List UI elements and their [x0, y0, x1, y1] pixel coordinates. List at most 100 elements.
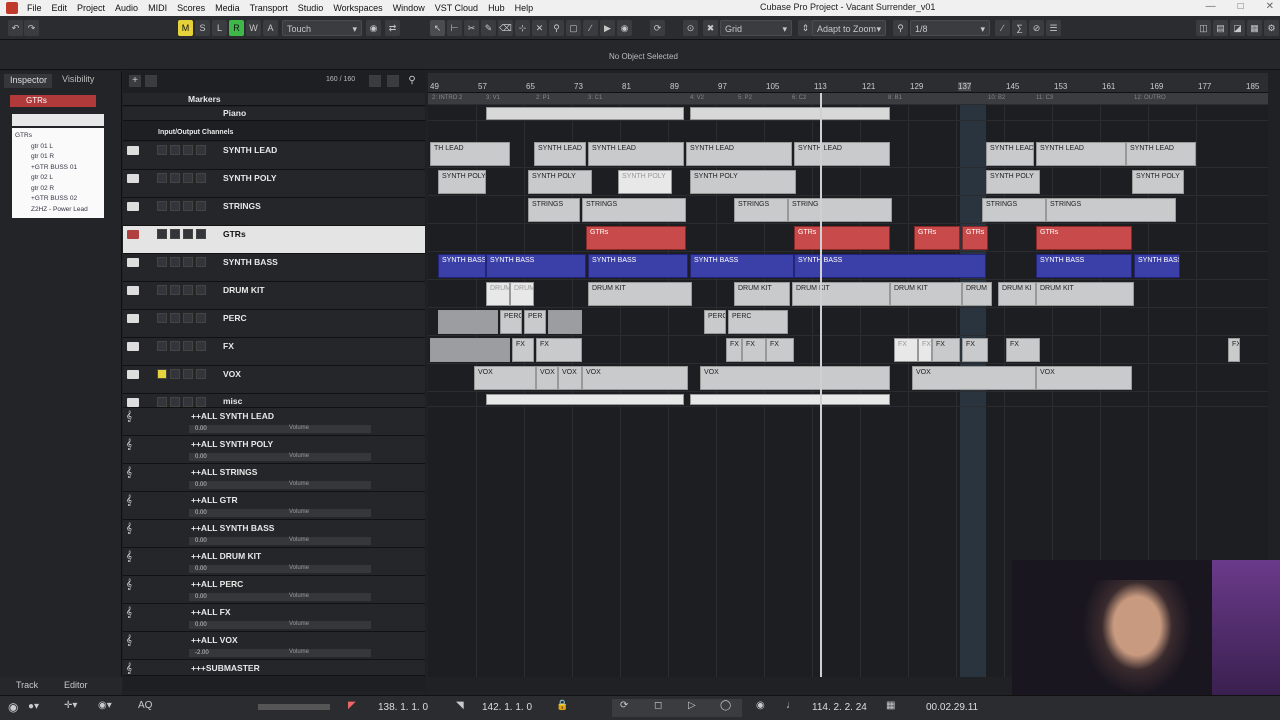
- comp-tool-icon[interactable]: ▢: [566, 20, 581, 36]
- list-item[interactable]: GTRs: [15, 131, 101, 142]
- fx-track[interactable]: 𝄞 ++ALL VOX Volume -2.00: [123, 632, 425, 660]
- fx-track[interactable]: 𝄞 ++ALL DRUM KIT Volume 0.00: [123, 548, 425, 576]
- record-button[interactable]: [183, 313, 193, 323]
- fx-track[interactable]: 𝄞 +++SUBMASTER: [123, 660, 425, 676]
- event[interactable]: FX: [766, 338, 794, 362]
- record-button[interactable]: [183, 369, 193, 379]
- record-button[interactable]: [183, 173, 193, 183]
- draw-tool-icon[interactable]: ✎: [481, 20, 496, 36]
- event[interactable]: SYNTH BASS: [1036, 254, 1132, 278]
- event[interactable]: VOX: [700, 366, 890, 390]
- event[interactable]: VOX: [582, 366, 688, 390]
- event[interactable]: SYNTH BASS: [438, 254, 486, 278]
- event[interactable]: FX: [512, 338, 534, 362]
- redo-icon[interactable]: ↷: [24, 20, 39, 36]
- record-button[interactable]: [183, 145, 193, 155]
- vox-lane[interactable]: VOX VOX VOX VOX VOX VOX VOX: [428, 365, 1268, 392]
- fx-track[interactable]: 𝄞 ++ALL STRINGS Volume 0.00: [123, 464, 425, 492]
- event[interactable]: DRUM KIT: [792, 282, 890, 306]
- object-selection-tool-icon[interactable]: ↖: [430, 20, 445, 36]
- lock-icon[interactable]: 🔒: [556, 700, 568, 711]
- event[interactable]: FX: [1006, 338, 1040, 362]
- event[interactable]: [438, 310, 498, 334]
- automation-mode-select[interactable]: Touch ▾: [282, 20, 362, 36]
- mute-button[interactable]: [157, 145, 167, 155]
- record-mode-icon[interactable]: ●▾: [28, 701, 39, 712]
- event[interactable]: SYNTH LEAD: [794, 142, 890, 166]
- menu-project[interactable]: Project: [72, 3, 110, 13]
- quantize-select[interactable]: 1/8 ▾: [910, 20, 990, 36]
- record-button[interactable]: [183, 285, 193, 295]
- menu-help[interactable]: Help: [510, 3, 539, 13]
- event[interactable]: DRUM: [962, 282, 992, 306]
- layout-icon[interactable]: ▦: [1247, 20, 1262, 36]
- close-icon[interactable]: ✕: [1266, 1, 1274, 12]
- perc-lane[interactable]: PERC PER PERC PERC: [428, 309, 1268, 336]
- event[interactable]: [486, 394, 684, 405]
- snap-type-select[interactable]: Grid ▾: [720, 20, 792, 36]
- list-item[interactable]: gtr 01 R: [15, 152, 101, 163]
- monitor-button[interactable]: [196, 313, 206, 323]
- marker[interactable]: 3: V1: [486, 95, 500, 101]
- solo-mode-button[interactable]: S: [195, 20, 210, 36]
- midi-part[interactable]: [690, 107, 890, 120]
- marker[interactable]: 6: C2: [792, 95, 806, 101]
- event[interactable]: STRINGS: [734, 198, 788, 222]
- event[interactable]: STRING: [788, 198, 892, 222]
- monitor-button[interactable]: [196, 369, 206, 379]
- marker[interactable]: 2: INTRO 2: [432, 95, 462, 101]
- right-locator-value[interactable]: 142. 1. 1. 0: [482, 702, 532, 713]
- grid-type-icon[interactable]: ⇕: [798, 20, 813, 36]
- event[interactable]: SYNTH POLY: [438, 170, 486, 194]
- time-format-icon[interactable]: ▦: [886, 700, 895, 711]
- mute-mode-button[interactable]: M: [178, 20, 193, 36]
- grid-mode-select[interactable]: Adapt to Zoom ▾: [812, 20, 886, 36]
- event[interactable]: [430, 338, 510, 362]
- list-item[interactable]: +GTR BUSS 01: [15, 163, 101, 174]
- quantize-panel-icon[interactable]: ☰: [1046, 20, 1061, 36]
- synth-poly-lane[interactable]: SYNTH POLY SYNTH POLY SYNTH POLY SYNTH P…: [428, 169, 1268, 196]
- add-track-icon[interactable]: +: [129, 75, 141, 87]
- play-button[interactable]: ▷: [688, 700, 696, 711]
- track-drum-kit[interactable]: DRUM KIT: [123, 282, 425, 310]
- event[interactable]: SYNTH LEAD: [534, 142, 586, 166]
- mute-button[interactable]: [157, 257, 167, 267]
- marker[interactable]: 4: V2: [690, 95, 704, 101]
- event[interactable]: SYNTH LEAD: [1036, 142, 1126, 166]
- event[interactable]: [548, 310, 582, 334]
- left-locator-value[interactable]: 138. 1. 1. 0: [378, 702, 428, 713]
- event[interactable]: SYNTH LEAD: [686, 142, 792, 166]
- event[interactable]: STRINGS: [528, 198, 580, 222]
- menu-transport[interactable]: Transport: [245, 3, 293, 13]
- event[interactable]: SYNTH POLY: [986, 170, 1040, 194]
- monitor-button[interactable]: [196, 229, 206, 239]
- event[interactable]: FX: [962, 338, 988, 362]
- timeline-ruler[interactable]: 49 57 65 73 81 89 97 105 113 121 129 137…: [428, 73, 1268, 93]
- track-piano[interactable]: Piano: [123, 107, 425, 121]
- event[interactable]: GTRs: [586, 226, 686, 250]
- marker[interactable]: 5: P2: [738, 95, 752, 101]
- split-tool-icon[interactable]: ✂: [464, 20, 479, 36]
- menu-studio[interactable]: Studio: [293, 3, 329, 13]
- fx-track[interactable]: 𝄞 ++ALL FX Volume 0.00: [123, 604, 425, 632]
- right-zone-icon[interactable]: ◪: [1230, 20, 1245, 36]
- menu-hub[interactable]: Hub: [483, 3, 510, 13]
- event[interactable]: SYNTH LEAD: [1126, 142, 1196, 166]
- mute-tool-icon[interactable]: ✕: [532, 20, 547, 36]
- punch-icon[interactable]: ✛▾: [64, 700, 77, 711]
- menu-window[interactable]: Window: [388, 3, 430, 13]
- stop-button[interactable]: ◻: [654, 700, 662, 711]
- event[interactable]: FX: [536, 338, 582, 362]
- misc-lane[interactable]: [428, 393, 1268, 407]
- menu-workspaces[interactable]: Workspaces: [328, 3, 387, 13]
- iterative-quantize-icon[interactable]: ∕: [995, 20, 1010, 36]
- event[interactable]: GTRs: [914, 226, 960, 250]
- record-button[interactable]: [183, 257, 193, 267]
- track-gtrs[interactable]: GTRs: [123, 226, 425, 254]
- event[interactable]: GTRs: [1036, 226, 1132, 250]
- midi-part[interactable]: [486, 107, 684, 120]
- fx-track[interactable]: 𝄞 ++ALL SYNTH BASS Volume 0.00: [123, 520, 425, 548]
- list-item[interactable]: gtr 02 L: [15, 173, 101, 184]
- mute-button[interactable]: [157, 313, 167, 323]
- event[interactable]: DRUM KIT: [1036, 282, 1134, 306]
